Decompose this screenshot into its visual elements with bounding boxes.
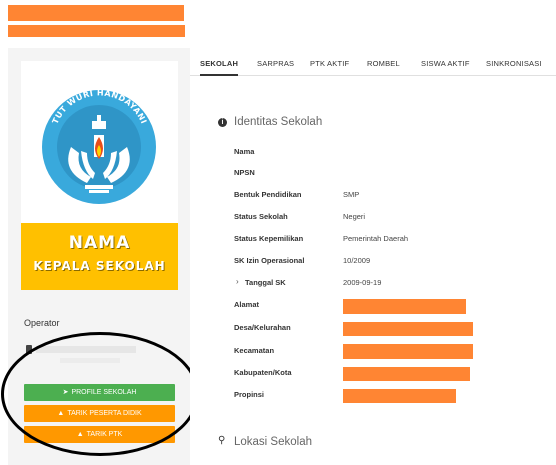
tab-rombel[interactable]: ROMBEL (367, 52, 400, 76)
bentuk-label: Bentuk Pendidikan (234, 190, 302, 199)
principal-name-line2: KEPALA SEKOLAH (33, 259, 166, 273)
school-logo: TUT WURI HANDAYANI (21, 61, 178, 223)
redacted-desa (343, 322, 473, 336)
redacted-subtitle-bar (8, 25, 185, 37)
tab-sinkronisasi[interactable]: SINKRONISASI (486, 52, 542, 76)
kecamatan-label: Kecamatan (234, 346, 275, 355)
tab-ptk-aktif[interactable]: PTK AKTIF (310, 52, 349, 76)
tanggal-value: 2009-09-19 (343, 278, 382, 287)
status-value: Negeri (343, 212, 366, 221)
redacted-kabupaten (343, 367, 470, 381)
npsn-label: NPSN (234, 168, 255, 177)
alamat-label: Alamat (234, 300, 260, 309)
bentuk-value: SMP (343, 190, 360, 199)
lokasi-title: Lokasi Sekolah (234, 436, 312, 448)
status-label: Status Sekolah (234, 212, 288, 221)
sk-value: 10/2009 (343, 256, 371, 265)
tab-bar: SEKOLAH SARPRAS PTK AKTIF ROMBEL SISWA A… (190, 52, 556, 76)
nama-label: Nama (234, 147, 255, 156)
operator-label: Operator (24, 318, 60, 328)
highlight-ellipse (1, 332, 199, 456)
tab-sarpras[interactable]: SARPRAS (257, 52, 294, 76)
desa-label: Desa/Kelurahan (234, 323, 291, 332)
redacted-kecamatan (343, 344, 473, 359)
tab-siswa-aktif[interactable]: SISWA AKTIF (421, 52, 470, 76)
identitas-title: Identitas Sekolah (234, 116, 323, 128)
location-pin-icon: ⚲ (218, 435, 226, 446)
principal-name-line1: NAMA (68, 233, 131, 253)
sk-label: SK Izin Operasional (234, 256, 305, 265)
info-icon: i (218, 118, 227, 127)
tanggal-label: Tanggal SK (245, 278, 286, 287)
kabupaten-label: Kabupaten/Kota (234, 368, 292, 377)
chevron-right-icon[interactable]: › (236, 277, 239, 286)
redacted-alamat (343, 299, 466, 314)
propinsi-label: Propinsi (234, 390, 265, 399)
redacted-propinsi (343, 389, 456, 403)
kepemilikan-label: Status Kepemilikan (234, 234, 304, 243)
principal-name-banner: NAMA KEPALA SEKOLAH (21, 223, 178, 290)
kepemilikan-value: Pemerintah Daerah (343, 234, 409, 243)
tab-sekolah[interactable]: SEKOLAH (200, 52, 239, 76)
redacted-title-bar (8, 5, 184, 21)
